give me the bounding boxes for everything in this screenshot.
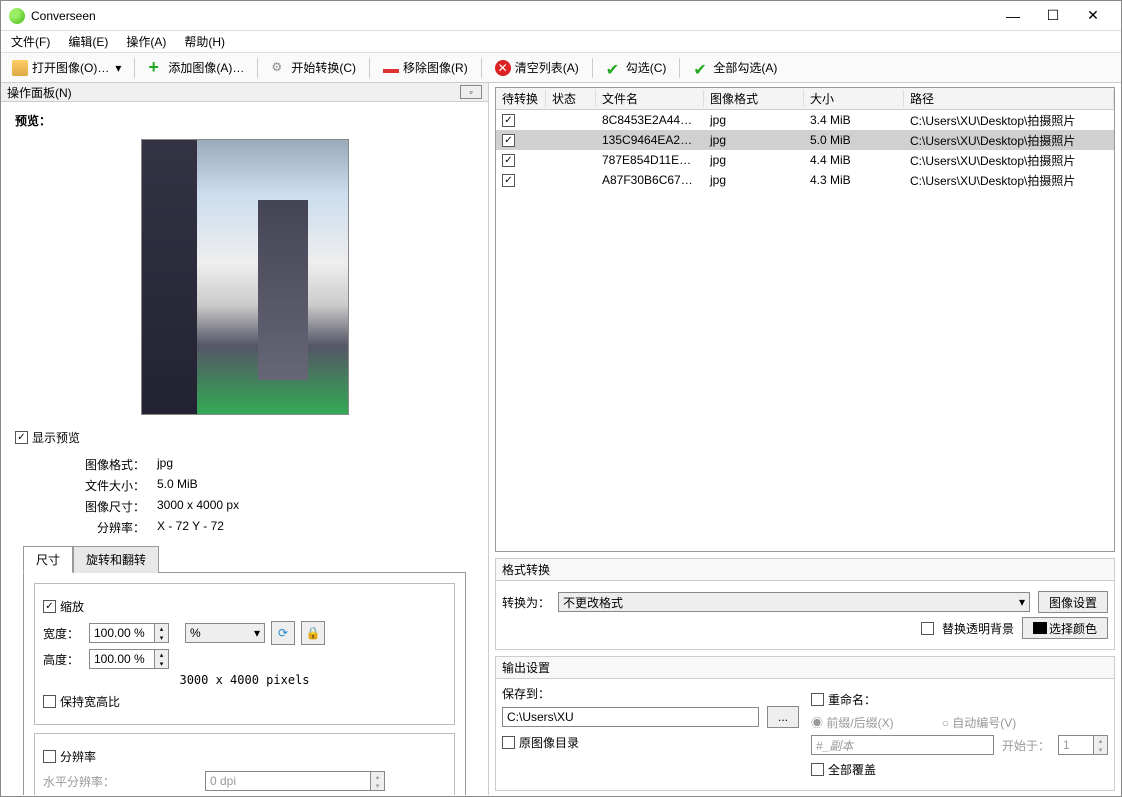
file-table: 待转换 状态 文件名 图像格式 大小 路径 ✓8C8453E2A44…jpg3.… bbox=[495, 87, 1115, 552]
browse-button[interactable]: ... bbox=[767, 706, 799, 728]
image-settings-button[interactable]: 图像设置 bbox=[1038, 591, 1108, 613]
height-input[interactable]: 100.00 %▴▾ bbox=[89, 649, 169, 669]
left-panel: 操作面板(N) ▫ 预览： ✓ 显示预览 图像格式：jpg 文件大小：5.0 Mi… bbox=[1, 83, 489, 795]
start-at-label: 开始于： bbox=[1002, 737, 1050, 754]
x-circle-icon: ✕ bbox=[495, 60, 511, 76]
refresh-icon: ⟳ bbox=[278, 626, 288, 640]
height-label: 高度： bbox=[43, 651, 83, 668]
overwrite-label: 全部覆盖 bbox=[828, 761, 876, 778]
resolution-label: 分辨率 bbox=[60, 748, 96, 765]
auto-radio[interactable]: ○ 自动编号(V) bbox=[942, 714, 1017, 731]
table-row[interactable]: ✓8C8453E2A44…jpg3.4 MiBC:\Users\XU\Deskt… bbox=[496, 110, 1114, 130]
rename-label: 重命名： bbox=[828, 691, 876, 708]
table-row[interactable]: ✓787E854D11E…jpg4.4 MiBC:\Users\XU\Deskt… bbox=[496, 150, 1114, 170]
keep-ratio-label: 保持宽高比 bbox=[60, 693, 120, 710]
row-checkbox[interactable]: ✓ bbox=[502, 134, 515, 147]
menu-edit[interactable]: 编辑(E) bbox=[64, 31, 112, 52]
preview-label: 预览： bbox=[15, 112, 474, 129]
tab-size[interactable]: 尺寸 bbox=[23, 546, 73, 573]
show-preview-label: 显示预览 bbox=[32, 429, 80, 446]
col-format[interactable]: 图像格式 bbox=[704, 90, 804, 107]
col-size[interactable]: 大小 bbox=[804, 90, 904, 107]
replace-bg-checkbox[interactable] bbox=[921, 622, 934, 635]
row-checkbox[interactable]: ✓ bbox=[502, 154, 515, 167]
plus-icon: + bbox=[148, 60, 164, 76]
refresh-button[interactable]: ⟳ bbox=[271, 621, 295, 645]
pixel-dims: 3000 x 4000 pixels bbox=[43, 673, 446, 687]
minus-icon bbox=[383, 69, 399, 73]
menu-file[interactable]: 文件(F) bbox=[7, 31, 54, 52]
save-path-input[interactable]: C:\Users\XU bbox=[502, 707, 759, 727]
clear-list-button[interactable]: ✕清空列表(A) bbox=[488, 56, 586, 80]
check-button[interactable]: ✔勾选(C) bbox=[599, 56, 674, 80]
panel-title: 操作面板(N) bbox=[7, 84, 460, 101]
minimize-button[interactable]: — bbox=[993, 2, 1033, 30]
color-swatch bbox=[1033, 622, 1047, 634]
check-all-icon: ✔ bbox=[693, 60, 709, 76]
save-to-label: 保存到： bbox=[502, 685, 799, 702]
width-label: 宽度： bbox=[43, 625, 83, 642]
start-at-input[interactable]: 1▴▾ bbox=[1058, 735, 1108, 755]
dock-button[interactable]: ▫ bbox=[460, 85, 482, 99]
row-checkbox[interactable]: ✓ bbox=[502, 174, 515, 187]
menu-bar: 文件(F) 编辑(E) 操作(A) 帮助(H) bbox=[1, 31, 1121, 53]
preview-image bbox=[141, 139, 349, 415]
output-section-title: 输出设置 bbox=[495, 656, 1115, 678]
menu-action[interactable]: 操作(A) bbox=[122, 31, 170, 52]
lock-button[interactable]: 🔒 bbox=[301, 621, 325, 645]
check-icon: ✔ bbox=[606, 60, 622, 76]
folder-icon bbox=[12, 60, 28, 76]
image-meta: 图像格式：jpg 文件大小：5.0 MiB 图像尺寸：3000 x 4000 p… bbox=[75, 456, 414, 536]
replace-bg-label: 替换透明背景 bbox=[942, 620, 1014, 637]
col-status[interactable]: 状态 bbox=[546, 90, 596, 107]
toolbar: 打开图像(O)…▾ +添加图像(A)… ⚙开始转换(C) 移除图像(R) ✕清空… bbox=[1, 53, 1121, 83]
right-panel: 待转换 状态 文件名 图像格式 大小 路径 ✓8C8453E2A44…jpg3.… bbox=[489, 83, 1121, 795]
add-images-button[interactable]: +添加图像(A)… bbox=[141, 56, 251, 80]
maximize-button[interactable]: ☐ bbox=[1033, 2, 1073, 30]
gear-icon: ⚙ bbox=[271, 60, 287, 76]
scale-label: 缩放 bbox=[60, 598, 84, 615]
table-row[interactable]: ✓A87F30B6C67…jpg4.3 MiBC:\Users\XU\Deskt… bbox=[496, 170, 1114, 190]
col-path[interactable]: 路径 bbox=[904, 90, 1114, 107]
panel-header: 操作面板(N) ▫ bbox=[1, 83, 488, 102]
row-checkbox[interactable]: ✓ bbox=[502, 114, 515, 127]
menu-help[interactable]: 帮助(H) bbox=[180, 31, 229, 52]
prefix-radio[interactable]: ◉ 前缀/后缀(X) bbox=[811, 714, 894, 731]
convert-to-label: 转换为： bbox=[502, 594, 550, 611]
format-section-title: 格式转换 bbox=[495, 558, 1115, 580]
resolution-checkbox[interactable] bbox=[43, 750, 56, 763]
horiz-res-input[interactable]: 0 dpi▴▾ bbox=[205, 771, 385, 791]
tab-rotate[interactable]: 旋转和翻转 bbox=[73, 546, 159, 573]
table-row[interactable]: ✓135C9464EA2…jpg5.0 MiBC:\Users\XU\Deskt… bbox=[496, 130, 1114, 150]
open-images-button[interactable]: 打开图像(O)…▾ bbox=[5, 56, 128, 80]
start-convert-button[interactable]: ⚙开始转换(C) bbox=[264, 56, 363, 80]
overwrite-checkbox[interactable] bbox=[811, 763, 824, 776]
title-bar: Converseen — ☐ ✕ bbox=[1, 1, 1121, 31]
app-title: Converseen bbox=[31, 9, 993, 23]
format-select[interactable]: 不更改格式 bbox=[558, 592, 1030, 612]
col-filename[interactable]: 文件名 bbox=[596, 90, 704, 107]
app-icon bbox=[9, 8, 25, 24]
show-preview-checkbox[interactable]: ✓ bbox=[15, 431, 28, 444]
keep-ratio-checkbox[interactable] bbox=[43, 695, 56, 708]
horiz-res-label: 水平分辨率： bbox=[43, 773, 123, 790]
unit-select[interactable]: % bbox=[185, 623, 265, 643]
suffix-input[interactable]: #_副本 bbox=[811, 735, 994, 755]
scale-checkbox[interactable]: ✓ bbox=[43, 600, 56, 613]
check-all-button[interactable]: ✔全部勾选(A) bbox=[686, 56, 784, 80]
width-input[interactable]: 100.00 %▴▾ bbox=[89, 623, 169, 643]
orig-dir-checkbox[interactable] bbox=[502, 736, 515, 749]
col-convert[interactable]: 待转换 bbox=[496, 90, 546, 107]
orig-dir-label: 原图像目录 bbox=[519, 734, 579, 751]
remove-image-button[interactable]: 移除图像(R) bbox=[376, 56, 475, 80]
choose-color-button[interactable]: 选择颜色 bbox=[1022, 617, 1108, 639]
lock-icon: 🔒 bbox=[306, 626, 321, 640]
close-button[interactable]: ✕ bbox=[1073, 2, 1113, 30]
rename-checkbox[interactable] bbox=[811, 693, 824, 706]
